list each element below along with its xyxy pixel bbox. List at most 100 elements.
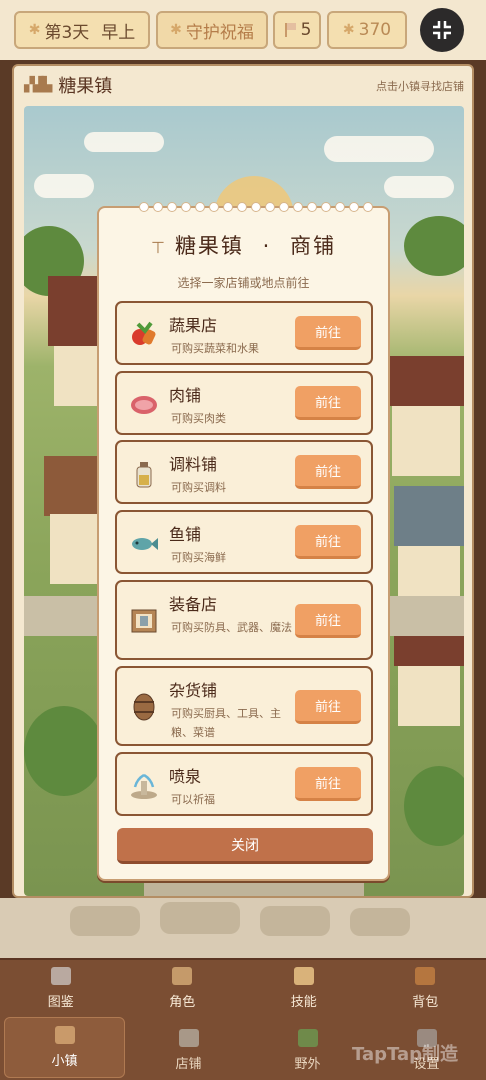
nav-item-town[interactable]: 小镇 <box>4 1017 125 1078</box>
go-button-fish[interactable]: 前往 <box>295 525 361 559</box>
nav-label: 店铺 <box>175 1057 202 1072</box>
modal-decoration <box>139 202 373 212</box>
shop-name: 杂货铺 <box>169 681 218 700</box>
nav-item-wild[interactable]: 野外 <box>248 1014 367 1080</box>
shop-item-equipment[interactable]: 装备店 可购买防具、武器、魔法 前往 <box>115 580 373 660</box>
nav-item-character[interactable]: 角色 <box>122 960 244 1014</box>
portrait-icon <box>172 967 193 985</box>
go-button-fountain[interactable]: 前往 <box>295 767 361 801</box>
nav-label: 角色 <box>169 995 196 1010</box>
shop-item-fountain[interactable]: 喷泉 可以祈福 前往 <box>115 752 373 816</box>
day-label: 第3天 <box>44 22 90 43</box>
modal-subtitle: 选择一家店铺或地点前往 <box>177 276 310 290</box>
nav-item-collection[interactable]: 图鉴 <box>0 960 122 1014</box>
top-status-bar: ✱ 第3天 早上 ✱ 守护祝福 5 ✱ 370 <box>0 0 486 60</box>
town-title: 糖果镇 <box>58 76 113 97</box>
shop-item-meat[interactable]: 肉铺 可购买肉类 前往 <box>115 371 373 435</box>
shop-select-modal: ⊤ 糖果镇 · 商铺 选择一家店铺或地点前往 蔬果店 可购买蔬菜和水果 前往 肉铺… <box>97 202 390 881</box>
shop-name: 装备店 <box>169 595 218 614</box>
shop-name: 鱼铺 <box>169 525 202 544</box>
modal-title-town: 糖果镇 <box>174 234 244 258</box>
nav-label: 野外 <box>294 1057 321 1072</box>
blessing-badge[interactable]: ✱ 守护祝福 <box>156 11 268 49</box>
taptap-watermark: TapTap制造 <box>352 1044 458 1065</box>
meat-icon <box>129 390 159 420</box>
flag-counter[interactable]: 5 <box>273 11 321 49</box>
shop-desc: 可购买海鲜 <box>171 551 226 564</box>
go-button-spices[interactable]: 前往 <box>295 455 361 489</box>
sparkle-icon: ✱ <box>170 22 182 38</box>
go-button-equipment[interactable]: 前往 <box>295 604 361 638</box>
shop-item-general-store[interactable]: 杂货铺 可购买厨具、工具、主粮、菜谱 前往 <box>115 666 373 746</box>
nav-label: 背包 <box>412 995 439 1010</box>
nav-item-backpack[interactable]: 背包 <box>365 960 486 1014</box>
fountain-icon <box>129 771 159 801</box>
shop-desc: 可购买蔬菜和水果 <box>171 342 259 355</box>
vegetable-icon <box>129 318 159 348</box>
cobblestone <box>70 906 140 936</box>
tree <box>404 216 464 276</box>
town-header: ▞▟▙ 糖果镇 点击小镇寻找店铺 <box>14 66 472 104</box>
nav-label: 图鉴 <box>47 995 74 1010</box>
go-button-meat[interactable]: 前往 <box>295 386 361 420</box>
cloud <box>84 132 164 152</box>
fish-icon <box>129 529 159 559</box>
time-of-day-label: 早上 <box>101 22 136 43</box>
house-wall <box>398 666 460 726</box>
shop-desc: 可以祈福 <box>171 793 215 806</box>
modal-title-suffix: 商铺 <box>290 234 336 258</box>
primary-nav: 图鉴 角色 技能 背包 <box>0 958 486 1014</box>
house-icon <box>54 1026 75 1044</box>
shop-name: 调料铺 <box>169 455 218 474</box>
close-button[interactable]: 关闭 <box>117 828 373 864</box>
exit-fullscreen-button[interactable] <box>420 8 464 52</box>
tree <box>24 706 104 796</box>
cloud <box>324 136 434 162</box>
cobblestone <box>260 906 330 936</box>
shop-desc: 可购买肉类 <box>171 412 226 425</box>
collapse-icon <box>433 21 451 39</box>
book-icon <box>50 967 71 985</box>
go-button-vegetables[interactable]: 前往 <box>295 316 361 350</box>
day-time-indicator: ✱ 第3天 早上 <box>14 11 150 49</box>
coin-counter[interactable]: ✱ 370 <box>327 11 407 49</box>
shop-name: 肉铺 <box>169 386 202 405</box>
flag-count: 5 <box>300 20 312 40</box>
nav-item-skills[interactable]: 技能 <box>243 960 365 1014</box>
shop-item-spices[interactable]: 调料铺 可购买调料 前往 <box>115 440 373 504</box>
skill-book-icon <box>293 967 314 985</box>
shop-name: 蔬果店 <box>169 316 218 335</box>
tree-icon <box>297 1029 318 1047</box>
sparkle-icon: ✱ <box>28 22 41 38</box>
shop-name: 喷泉 <box>169 767 202 786</box>
signpost-icon: ⊤ <box>151 238 167 257</box>
spice-jar-icon <box>129 459 159 489</box>
barrel-icon <box>129 692 159 722</box>
nav-item-shops[interactable]: 店铺 <box>129 1014 248 1080</box>
cloud <box>384 176 454 198</box>
house-roof[interactable] <box>394 486 464 546</box>
nav-label: 小镇 <box>51 1054 78 1069</box>
town-hint: 点击小镇寻找店铺 <box>376 80 464 93</box>
coin-icon: ✱ <box>342 22 355 38</box>
shop-icon <box>178 1029 199 1047</box>
cobblestone <box>160 902 240 934</box>
tree <box>404 766 464 846</box>
shop-item-vegetables[interactable]: 蔬果店 可购买蔬菜和水果 前往 <box>115 301 373 365</box>
blessing-label: 守护祝福 <box>185 22 254 43</box>
shop-desc: 可购买防具、武器、魔法 <box>171 621 292 634</box>
cloud <box>34 174 94 198</box>
town-icon: ▞▟▙ <box>24 77 52 93</box>
equipment-icon <box>129 606 159 636</box>
shop-item-fish[interactable]: 鱼铺 可购买海鲜 前往 <box>115 510 373 574</box>
house-roof[interactable] <box>384 356 464 406</box>
house-wall <box>392 406 460 476</box>
backpack-icon <box>415 967 436 985</box>
modal-title-separator: · <box>262 234 272 258</box>
nav-label: 技能 <box>290 995 317 1010</box>
cobblestone <box>350 908 410 936</box>
shop-desc: 可购买厨具、工具、主粮、菜谱 <box>171 707 281 739</box>
shop-desc: 可购买调料 <box>171 481 226 494</box>
go-button-general-store[interactable]: 前往 <box>295 690 361 724</box>
flag-icon <box>284 23 296 37</box>
